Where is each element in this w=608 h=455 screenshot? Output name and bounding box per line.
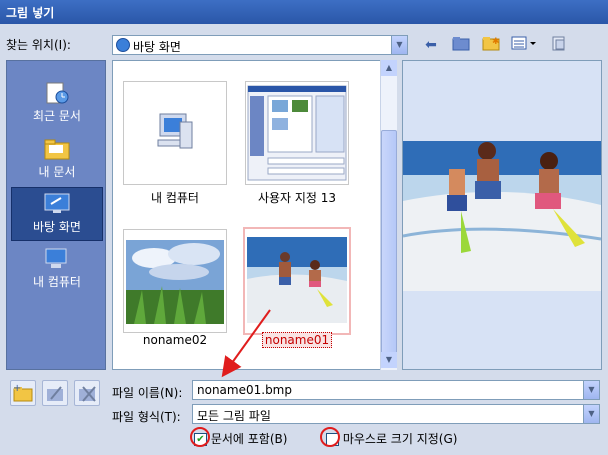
- image-thumbnail: [247, 237, 347, 323]
- preview-image: [402, 141, 602, 291]
- place-label: 최근 문서: [33, 109, 81, 123]
- scroll-thumb[interactable]: [381, 130, 397, 360]
- file-name: noname02: [142, 333, 208, 347]
- scroll-up-icon[interactable]: ▲: [381, 60, 397, 76]
- screenshot-thumbnail: [247, 85, 347, 181]
- preview-pane: [402, 60, 602, 370]
- file-type-value: 모든 그림 파일: [197, 409, 271, 423]
- file-list[interactable]: 내 컴퓨터 사용자 지정 13 noname02 noname01: [112, 60, 396, 370]
- desktop-icon: [43, 192, 71, 216]
- place-label: 내 문서: [38, 165, 76, 179]
- list-item[interactable]: [123, 81, 227, 185]
- look-in-label: 찾는 위치(I):: [6, 38, 71, 52]
- add-folder-icon: +: [13, 383, 33, 402]
- svg-text:+: +: [13, 383, 21, 394]
- chevron-down-icon[interactable]: ▼: [583, 381, 599, 399]
- window-title: 그림 넣기: [0, 0, 608, 24]
- scroll-down-icon[interactable]: ▼: [381, 352, 397, 368]
- file-name-value: noname01.bmp: [197, 383, 292, 397]
- list-item[interactable]: [243, 227, 351, 335]
- place-my-computer[interactable]: 내 컴퓨터: [11, 243, 103, 297]
- place-recent-docs[interactable]: 최근 문서: [11, 77, 103, 131]
- view-menu-icon[interactable]: [510, 35, 540, 55]
- edit-place-button[interactable]: [42, 380, 68, 406]
- folder-icon: [43, 137, 71, 161]
- file-type-label: 파일 형식(T):: [112, 410, 181, 424]
- add-place-button[interactable]: +: [10, 380, 36, 406]
- file-type-select[interactable]: 모든 그림 파일 ▼: [192, 404, 600, 424]
- list-item[interactable]: [123, 229, 227, 333]
- place-desktop[interactable]: 바탕 화면: [11, 187, 103, 241]
- svg-text:✱: ✱: [492, 37, 500, 47]
- edit-icon: [47, 386, 63, 401]
- file-name: noname01: [237, 332, 357, 348]
- delete-icon: [79, 386, 96, 402]
- computer-icon: [157, 113, 193, 149]
- mouse-size-label: 마우스로 크기 지정(G): [342, 432, 458, 446]
- computer-icon: [43, 247, 71, 271]
- mouse-size-option[interactable]: 마우스로 크기 지정(G): [326, 430, 457, 447]
- chevron-down-icon[interactable]: ▼: [391, 36, 407, 54]
- image-thumbnail: [126, 240, 224, 324]
- file-name: 내 컴퓨터: [151, 191, 199, 205]
- places-bar: 최근 문서 내 문서 바탕 화면 내 컴퓨터: [6, 60, 106, 370]
- look-in-combo[interactable]: 바탕 화면 ▼: [112, 35, 408, 55]
- chevron-down-icon[interactable]: ▼: [583, 405, 599, 423]
- place-label: 내 컴퓨터: [33, 275, 81, 289]
- file-name-field[interactable]: noname01.bmp ▼: [192, 380, 600, 400]
- scrollbar[interactable]: ▲ ▼: [380, 60, 397, 370]
- include-in-doc-label: 문서에 포함(B): [210, 432, 288, 446]
- place-my-documents[interactable]: 내 문서: [11, 133, 103, 187]
- tools-icon[interactable]: [548, 35, 570, 55]
- place-label: 바탕 화면: [33, 220, 81, 234]
- back-icon[interactable]: ⬅: [420, 35, 442, 55]
- annotation-circle: [190, 427, 210, 447]
- look-in-value: 바탕 화면: [133, 40, 181, 54]
- file-name-label: 파일 이름(N):: [112, 386, 183, 400]
- recent-docs-icon: [43, 81, 71, 105]
- delete-place-button[interactable]: [74, 380, 100, 406]
- desktop-icon: [116, 38, 130, 52]
- up-folder-icon[interactable]: [450, 35, 472, 55]
- list-item[interactable]: [245, 81, 349, 185]
- annotation-circle: [320, 427, 340, 447]
- new-folder-icon[interactable]: ✱: [480, 35, 502, 55]
- file-name: 사용자 지정 13: [257, 191, 337, 205]
